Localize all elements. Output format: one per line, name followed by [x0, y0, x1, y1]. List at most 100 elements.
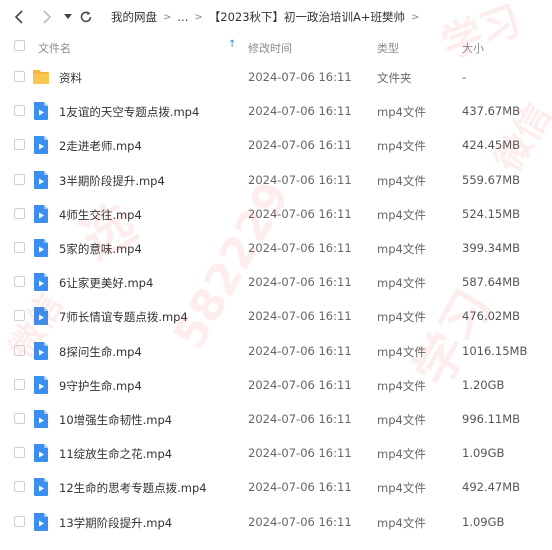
- chevron-right-icon: >: [194, 11, 203, 23]
- video-file-icon: [34, 136, 48, 155]
- refresh-icon: [80, 11, 92, 23]
- video-file-icon: [34, 341, 48, 360]
- modified-time: 2024-07-06 16:11: [248, 172, 352, 187]
- file-size: 559.67MB: [462, 172, 521, 187]
- column-header: 文件名 ↑ 修改时间 类型 大小: [0, 34, 552, 58]
- table-row[interactable]: 1友谊的天空专题点拨.mp4 2024-07-06 16:11 mp4文件 437.6…: [0, 94, 552, 128]
- row-checkbox[interactable]: [14, 310, 25, 322]
- toolbar: 我的网盘 > ... > 【2023秋下】初一政治培训A+班樊帅 >: [0, 0, 552, 34]
- table-row[interactable]: 3半期阶段提升.mp4 2024-07-06 16:11 mp4文件 559.67MB: [0, 163, 552, 197]
- file-type: mp4文件: [377, 344, 426, 359]
- table-row[interactable]: 12生命的思考专题点拨.mp4 2024-07-06 16:11 mp4文件 492.…: [0, 470, 552, 504]
- file-type: mp4文件: [377, 242, 426, 256]
- file-name[interactable]: 8探问生命.mp4: [59, 344, 142, 360]
- file-name[interactable]: 12生命的思考专题点拨.mp4: [59, 480, 207, 496]
- row-checkbox[interactable]: [14, 447, 25, 459]
- video-file-icon: [34, 239, 48, 257]
- row-checkbox[interactable]: [14, 105, 25, 117]
- row-checkbox[interactable]: [14, 481, 25, 493]
- history-dropdown-button[interactable]: [58, 7, 78, 27]
- file-name[interactable]: 资料: [59, 70, 82, 86]
- modified-time: 2024-07-06 16:11: [248, 309, 352, 324]
- file-name[interactable]: 13学期阶段提升.mp4: [59, 515, 172, 531]
- file-type: mp4文件: [377, 173, 426, 188]
- table-row[interactable]: 4师生交往.mp4 2024-07-06 16:11 mp4文件 524.15MB: [0, 197, 552, 231]
- column-size[interactable]: 大小: [462, 40, 484, 56]
- file-type: mp4文件: [377, 207, 426, 222]
- table-row[interactable]: 2走进老师.mp4 2024-07-06 16:11 mp4文件 424.45MB: [0, 128, 552, 162]
- file-size: 399.34MB: [462, 241, 521, 255]
- file-size: 524.15MB: [462, 206, 521, 221]
- table-row[interactable]: 11绽放生命之花.mp4 2024-07-06 16:11 mp4文件 1.09GB: [0, 436, 552, 470]
- table-row[interactable]: 13学期阶段提升.mp4 2024-07-06 16:11 mp4文件 1.09GB: [0, 505, 552, 539]
- video-file-icon: [34, 375, 48, 394]
- file-name[interactable]: 9守护生命.mp4: [59, 378, 142, 394]
- modified-time: 2024-07-06 16:11: [248, 514, 352, 529]
- file-name[interactable]: 3半期阶段提升.mp4: [59, 173, 165, 189]
- back-button[interactable]: [10, 7, 30, 27]
- file-name[interactable]: 5家的意味.mp4: [59, 241, 142, 257]
- video-file-icon: [34, 444, 48, 463]
- row-checkbox[interactable]: [14, 413, 25, 424]
- row-checkbox[interactable]: [14, 242, 25, 253]
- row-checkbox[interactable]: [14, 173, 25, 185]
- folder-icon: [33, 70, 49, 84]
- table-row[interactable]: 8探问生命.mp4 2024-07-06 16:11 mp4文件 1016.15MB: [0, 334, 552, 368]
- chevron-right-icon[interactable]: >: [411, 12, 419, 23]
- breadcrumb-current[interactable]: 【2023秋下】初一政治培训A+班樊帅: [209, 9, 405, 25]
- breadcrumb-ellipsis[interactable]: ...: [177, 10, 188, 24]
- file-type: mp4文件: [377, 413, 426, 427]
- file-type: 文件夹: [377, 71, 412, 85]
- table-row[interactable]: 9守护生命.mp4 2024-07-06 16:11 mp4文件 1.20GB: [0, 368, 552, 402]
- table-row[interactable]: 资料 2024-07-06 16:11 文件夹 -: [0, 60, 552, 94]
- sort-ascending-icon[interactable]: ↑: [228, 39, 236, 50]
- file-size: 996.11MB: [462, 412, 521, 426]
- file-name[interactable]: 7师长情谊专题点拨.mp4: [59, 309, 188, 325]
- chevron-left-icon: [14, 10, 23, 24]
- file-name[interactable]: 2走进老师.mp4: [59, 138, 142, 154]
- modified-time: 2024-07-06 16:11: [248, 275, 352, 290]
- modified-time: 2024-07-06 16:11: [248, 104, 352, 119]
- breadcrumb-root[interactable]: 我的网盘: [111, 9, 157, 25]
- table-row[interactable]: 7师长情谊专题点拨.mp4 2024-07-06 16:11 mp4文件 476.02…: [0, 299, 552, 333]
- row-checkbox[interactable]: [14, 378, 25, 390]
- row-checkbox[interactable]: [14, 71, 25, 82]
- table-row[interactable]: 6让家更美好.mp4 2024-07-06 16:11 mp4文件 587.64MB: [0, 265, 552, 299]
- file-name[interactable]: 1友谊的天空专题点拨.mp4: [59, 104, 199, 120]
- table-row[interactable]: 5家的意味.mp4 2024-07-06 16:11 mp4文件 399.34MB: [0, 231, 552, 265]
- row-checkbox[interactable]: [14, 344, 25, 356]
- file-name[interactable]: 4师生交往.mp4: [59, 207, 142, 223]
- modified-time: 2024-07-06 16:11: [248, 138, 352, 153]
- file-type: mp4文件: [377, 481, 426, 496]
- file-type: mp4文件: [377, 310, 426, 325]
- forward-button[interactable]: [36, 7, 56, 27]
- table-row[interactable]: 10增强生命韧性.mp4 2024-07-06 16:11 mp4文件 996.11M…: [0, 402, 552, 436]
- breadcrumb: 我的网盘 > ... > 【2023秋下】初一政治培训A+班樊帅 >: [111, 9, 425, 25]
- file-name[interactable]: 10增强生命韧性.mp4: [59, 412, 172, 428]
- file-size: 1.09GB: [462, 446, 505, 461]
- file-size: -: [462, 70, 467, 84]
- video-file-icon: [34, 410, 48, 428]
- refresh-button[interactable]: [76, 7, 96, 27]
- modified-time: 2024-07-06 16:11: [248, 343, 352, 358]
- file-size: 492.47MB: [462, 480, 521, 495]
- video-file-icon: [34, 273, 48, 292]
- column-type[interactable]: 类型: [377, 40, 399, 56]
- file-size: 424.45MB: [462, 138, 521, 153]
- row-checkbox[interactable]: [14, 139, 25, 151]
- chevron-right-icon: [43, 10, 52, 24]
- video-file-icon: [34, 102, 48, 121]
- row-checkbox[interactable]: [14, 276, 25, 288]
- video-file-icon: [34, 204, 48, 223]
- column-name[interactable]: 文件名: [38, 40, 71, 56]
- file-size: 476.02MB: [462, 309, 521, 324]
- row-checkbox[interactable]: [14, 515, 25, 527]
- select-all-checkbox[interactable]: [14, 40, 25, 51]
- column-modified[interactable]: 修改时间: [248, 40, 292, 56]
- file-type: mp4文件: [377, 515, 426, 530]
- file-name[interactable]: 11绽放生命之花.mp4: [59, 446, 172, 462]
- row-checkbox[interactable]: [14, 207, 25, 219]
- modified-time: 2024-07-06 16:11: [248, 412, 352, 426]
- file-name[interactable]: 6让家更美好.mp4: [59, 275, 153, 291]
- file-type: mp4文件: [377, 378, 426, 393]
